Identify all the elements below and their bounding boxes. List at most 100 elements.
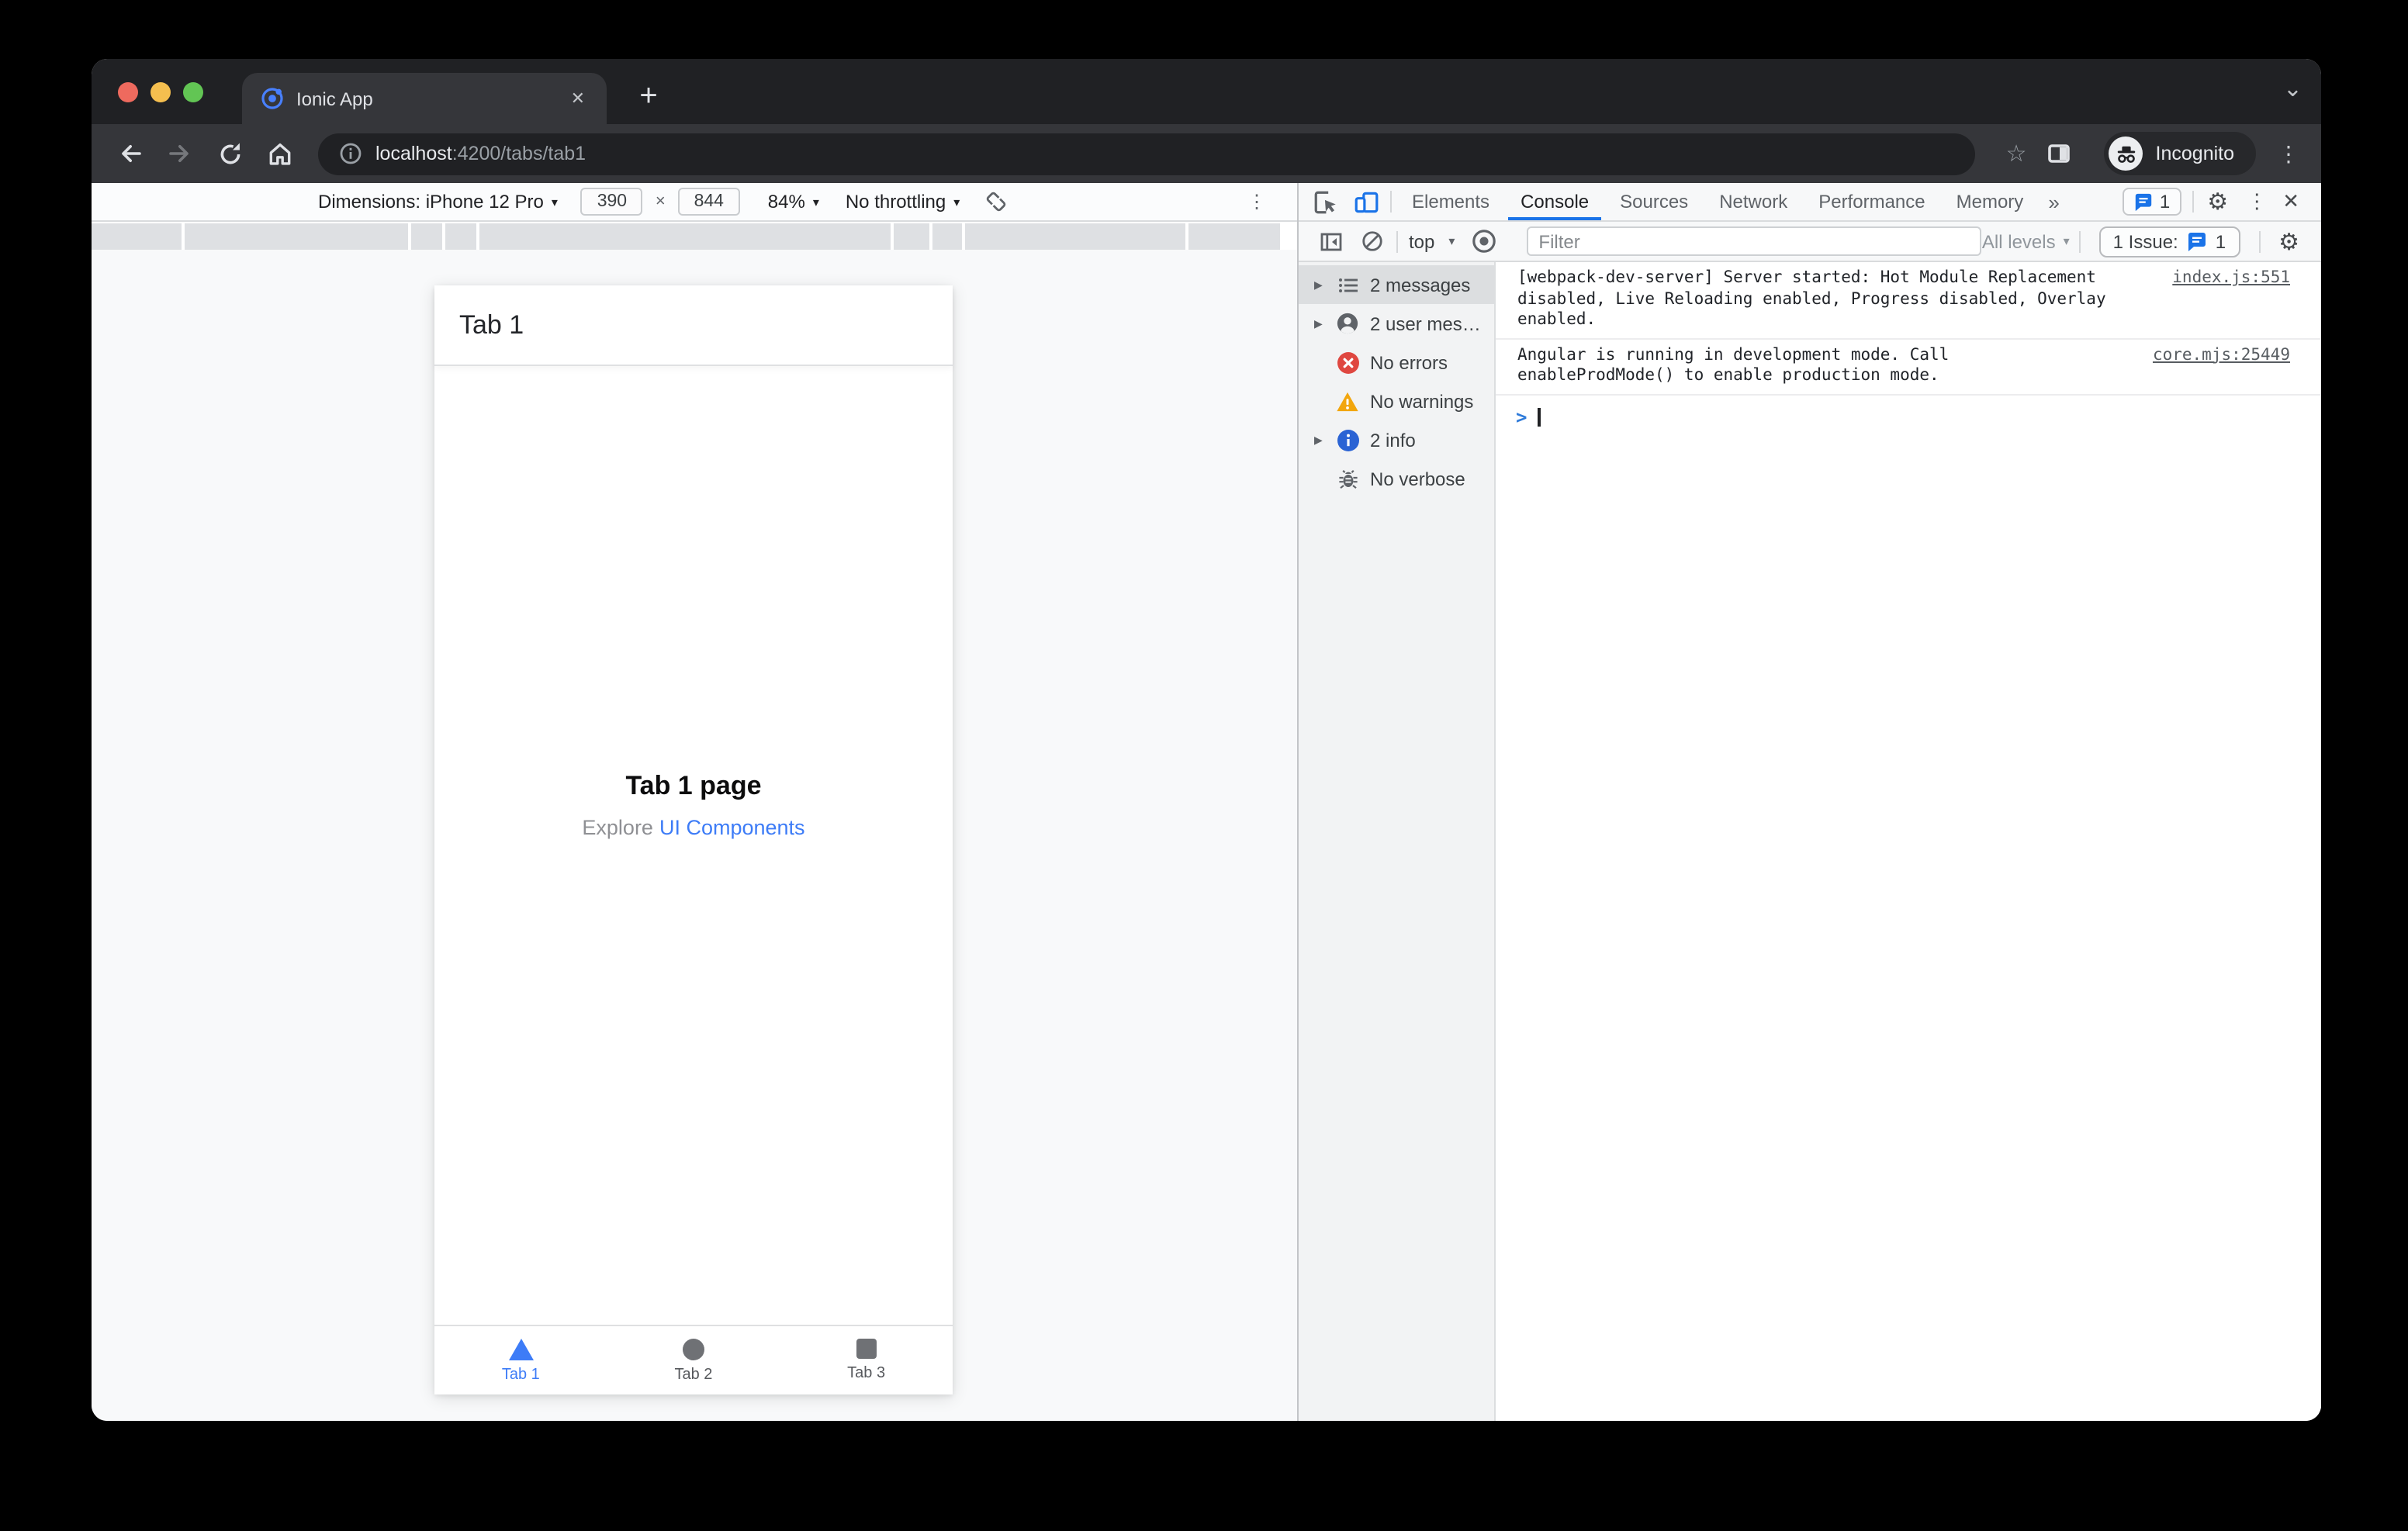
- tab-search-chevron-icon[interactable]: ⌄: [2283, 74, 2302, 102]
- disclosure-triangle-icon[interactable]: ▶: [1314, 317, 1331, 330]
- browser-tab-strip: Ionic App ✕ + ⌄: [92, 59, 2321, 124]
- sidebar-item-label: 2 messages: [1370, 274, 1471, 295]
- app-tab-1[interactable]: Tab 1: [434, 1326, 607, 1394]
- home-icon[interactable]: [259, 133, 299, 174]
- incognito-badge: Incognito: [2104, 132, 2256, 175]
- app-tab-3[interactable]: Tab 3: [780, 1326, 953, 1394]
- console-filter-input[interactable]: [1526, 226, 1982, 256]
- device-zoom-value: 84%: [767, 191, 805, 213]
- disclosure-triangle-icon[interactable]: ▶: [1314, 434, 1331, 446]
- more-tabs-icon[interactable]: »: [2039, 183, 2068, 220]
- caret-down-icon: ▾: [953, 195, 960, 209]
- sidebar-item-label: No verbose: [1370, 468, 1465, 489]
- devtools-menu-icon[interactable]: ⋮: [2237, 189, 2276, 214]
- ui-components-link[interactable]: UI Components: [659, 816, 805, 839]
- console-context-value: top: [1409, 230, 1435, 252]
- tab-network[interactable]: Network: [1704, 183, 1803, 220]
- inspect-element-icon[interactable]: [1305, 183, 1345, 220]
- browser-window: Ionic App ✕ + ⌄ localhost:4200/tabs/tab1…: [92, 59, 2321, 1421]
- tab-elements[interactable]: Elements: [1396, 183, 1505, 220]
- console-source-link[interactable]: core.mjs:25449: [2153, 345, 2290, 366]
- prompt-chevron-icon: >: [1516, 406, 1527, 427]
- circle-icon: [682, 1338, 704, 1360]
- log-levels-select[interactable]: All levels ▾: [1982, 230, 2070, 252]
- issues-button-count: 1: [2215, 230, 2226, 252]
- device-zoom-select[interactable]: 84% ▾: [768, 191, 819, 213]
- incognito-label: Incognito: [2155, 143, 2234, 164]
- sidebar-item-label: No errors: [1370, 351, 1448, 373]
- rotate-device-icon[interactable]: [983, 189, 1008, 214]
- browser-tab-title: Ionic App: [296, 88, 373, 109]
- back-icon[interactable]: [110, 133, 150, 174]
- new-tab-button[interactable]: +: [627, 76, 670, 119]
- caret-down-icon: ▾: [812, 195, 819, 209]
- user-icon: [1336, 312, 1359, 335]
- bug-icon: [1336, 467, 1359, 490]
- times-separator: ×: [655, 192, 666, 211]
- disclosure-triangle-icon[interactable]: ▶: [1314, 278, 1331, 291]
- toggle-device-toolbar-icon[interactable]: [1345, 183, 1386, 220]
- warning-icon: [1336, 389, 1359, 413]
- close-devtools-icon[interactable]: ✕: [2276, 189, 2309, 214]
- app-tab-label: Tab 1: [501, 1366, 540, 1383]
- app-tab-2[interactable]: Tab 2: [607, 1326, 780, 1394]
- tab-memory[interactable]: Memory: [1941, 183, 2040, 220]
- sidebar-item-errors[interactable]: No errors: [1299, 343, 1494, 382]
- sidebar-item-warnings[interactable]: No warnings: [1299, 382, 1494, 420]
- tab-performance[interactable]: Performance: [1803, 183, 1940, 220]
- sidebar-item-user-messages[interactable]: ▶ 2 user mes…: [1299, 304, 1494, 343]
- console-prompt[interactable]: >: [1496, 395, 2321, 427]
- tab-console[interactable]: Console: [1505, 183, 1604, 220]
- list-icon: [1336, 273, 1359, 296]
- close-tab-icon[interactable]: ✕: [565, 85, 591, 112]
- browser-menu-icon[interactable]: ⋮: [2271, 140, 2306, 167]
- page-title: Tab 1 page: [625, 771, 762, 800]
- device-toolbar-menu-icon[interactable]: ⋮: [1247, 191, 1266, 213]
- subtitle-text: Explore: [582, 816, 653, 839]
- reload-icon[interactable]: [209, 133, 250, 174]
- console-settings-gear-icon[interactable]: ⚙: [2269, 227, 2309, 255]
- device-width-input[interactable]: [580, 188, 643, 216]
- fullscreen-window-button[interactable]: [183, 82, 203, 102]
- close-window-button[interactable]: [118, 82, 138, 102]
- app-page-body: Tab 1 page Explore UI Components: [434, 366, 953, 1325]
- sidebar-item-messages[interactable]: ▶ 2 messages: [1299, 265, 1494, 304]
- media-query-bar[interactable]: [92, 222, 1297, 250]
- side-panel-icon[interactable]: [2040, 133, 2080, 174]
- browser-tab-ionic-app[interactable]: Ionic App ✕: [242, 73, 607, 124]
- device-height-input[interactable]: [677, 188, 740, 216]
- forward-icon[interactable]: [160, 133, 200, 174]
- console-log: [webpack-dev-server] Server started: Hot…: [1496, 262, 2321, 1421]
- console-sidebar: ▶ 2 messages ▶ 2 user mes… No errors No …: [1299, 262, 1496, 1421]
- page-subtitle: Explore UI Components: [582, 816, 804, 839]
- browser-toolbar: localhost:4200/tabs/tab1 ☆ Incognito ⋮: [92, 124, 2321, 183]
- text-cursor: [1538, 407, 1541, 426]
- site-info-icon[interactable]: [340, 143, 362, 164]
- issues-counter[interactable]: 1: [2122, 188, 2181, 216]
- device-emulation-pane: Dimensions: iPhone 12 Pro ▾ × 84% ▾ No t…: [92, 183, 1297, 1421]
- issues-button[interactable]: 1 Issue: 1: [2098, 226, 2240, 257]
- sidebar-item-info[interactable]: ▶ 2 info: [1299, 420, 1494, 459]
- console-context-select[interactable]: top ▾: [1403, 230, 1455, 252]
- url-host: localhost: [375, 143, 452, 164]
- address-bar[interactable]: localhost:4200/tabs/tab1: [318, 133, 1975, 175]
- console-source-link[interactable]: index.js:551: [2172, 268, 2290, 289]
- emulated-viewport: Tab 1 Tab 1 page Explore UI Components Ta…: [434, 285, 953, 1394]
- caret-down-icon: ▾: [2063, 234, 2070, 248]
- toggle-console-sidebar-icon[interactable]: [1311, 229, 1351, 254]
- devtools-tab-bar: Elements Console Sources Network Perform…: [1299, 183, 2321, 222]
- incognito-icon: [2109, 137, 2143, 171]
- sidebar-item-verbose[interactable]: No verbose: [1299, 459, 1494, 498]
- clear-console-icon[interactable]: [1351, 230, 1392, 253]
- tab-sources[interactable]: Sources: [1604, 183, 1704, 220]
- throttling-select[interactable]: No throttling ▾: [846, 191, 960, 213]
- sidebar-item-label: 2 user mes…: [1370, 313, 1481, 334]
- console-main: ▶ 2 messages ▶ 2 user mes… No errors No …: [1299, 262, 2321, 1421]
- sidebar-item-label: 2 info: [1370, 429, 1416, 451]
- minimize-window-button[interactable]: [150, 82, 171, 102]
- bookmark-star-icon[interactable]: ☆: [2006, 140, 2027, 168]
- console-message-text: [webpack-dev-server] Server started: Hot…: [1517, 268, 2106, 329]
- live-expression-eye-icon[interactable]: [1464, 228, 1504, 254]
- device-select[interactable]: Dimensions: iPhone 12 Pro ▾: [318, 191, 558, 213]
- devtools-settings-gear-icon[interactable]: ⚙: [2198, 188, 2237, 216]
